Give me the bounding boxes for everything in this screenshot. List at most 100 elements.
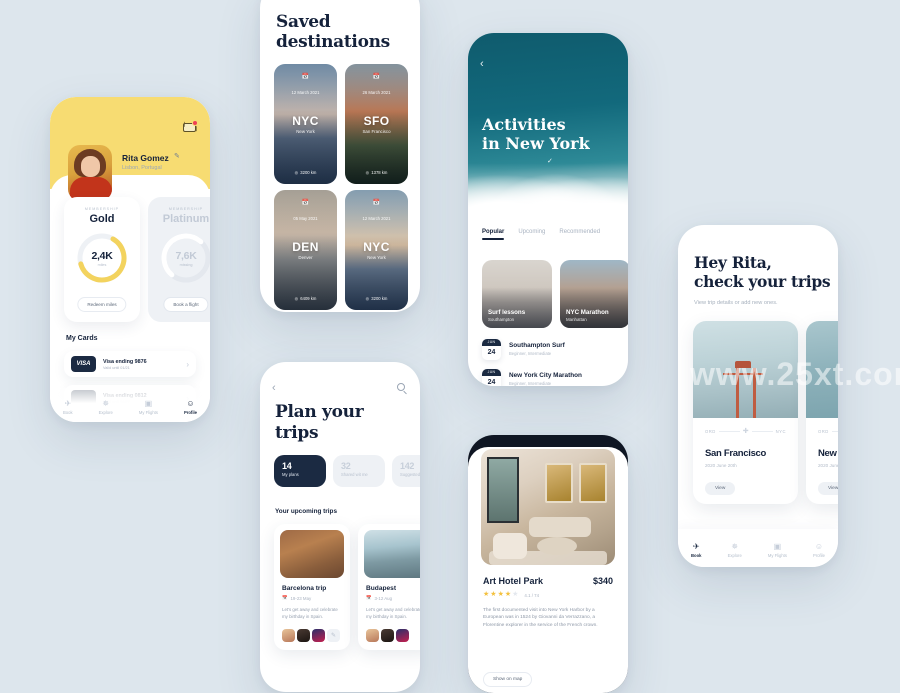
membership-tier: Gold [89,213,115,225]
nav-label: Profile [183,410,197,415]
compass-icon: ✵ [102,399,110,408]
stat-my-plans[interactable]: 14 My plans [274,455,326,487]
mail-icon[interactable] [183,120,198,133]
tab-recommended[interactable]: Recommended [559,229,600,240]
section-title: Your upcoming trips [275,508,338,515]
event-day: 24 [487,378,496,386]
calendar-icon: 📅 [301,200,310,206]
chevron-left-icon[interactable]: ‹ [272,382,276,394]
date-chip: JUN 24 [482,368,501,386]
nav-item-profile[interactable]: ☺ Profile [813,541,825,558]
trip-card[interactable]: Barcelona trip 📅 19-23 May Let's get away… [274,524,350,651]
nav-label: Profile [813,552,825,558]
stat-suggested[interactable]: 142 Suggested [392,455,420,487]
destination-name: New York [296,129,315,134]
chevron-right-icon[interactable]: › [186,360,189,369]
title-underline-flourish: ✓ [547,158,553,165]
hotel-photo [481,449,615,565]
avatar [68,145,112,201]
tab-popular[interactable]: Popular [482,229,505,240]
event-title: New York City Marathon [509,372,582,380]
phone-profile-screen: Rita Gomez Lisbon, Portugal ✎ MEMBERSHIP… [50,97,210,422]
trip-card[interactable]: Budapest 📅 3-12 Aug Let's get away and ce… [358,524,420,651]
nav-item-my-flights[interactable]: ▣ My Flights [139,400,158,416]
add-participant-button[interactable]: ✎ [327,629,340,643]
phone-plan-trips-screen: ‹ Plan your trips 14 My plans 32 Shared wi… [260,362,420,692]
miles-unit: miles [97,262,107,267]
membership-cards: MEMBERSHIP Gold 2,4K miles Redeem miles M… [64,197,210,322]
membership-card-gold[interactable]: MEMBERSHIP Gold 2,4K miles Redeem miles [64,197,140,322]
view-trip-button[interactable]: View [818,482,838,495]
tab-upcoming[interactable]: Upcoming [518,229,545,240]
destination-card[interactable]: 📅 12 March 2021 NYC New York ◎ 3200 km [274,64,337,184]
trip-description: Let's get away and celebrate my birthday… [366,607,420,619]
nav-item-explore[interactable]: ✵ Explore [99,399,113,416]
book-flight-button[interactable]: Book a flight [163,297,209,312]
pencil-icon[interactable]: ✎ [174,152,180,160]
route-destination: NYC [775,429,786,434]
nav-item-book[interactable]: ✈ Book [63,400,73,416]
person-icon: ☺ [186,399,195,408]
trip-photo [693,321,798,418]
phone-hotel-screen: Art Hotel Park $340 ★ ★ ★ ★ ★ 4.1 / 74 T… [468,435,628,693]
event-list-item[interactable]: JUN 24 New York City Marathon Beginner, I… [482,367,614,386]
membership-card-platinum[interactable]: MEMBERSHIP Platinum 7,6K missing Book a f… [148,197,210,322]
trip-participants [366,629,420,643]
flight-route: ORD ✚ NYC [806,418,838,435]
destination-date: 26 March 2021 [362,90,391,95]
activity-subtitle: Southampton [488,317,515,322]
page-title: Plan your trips [275,402,364,444]
stat-value: 142 [400,461,415,471]
destination-date: 05 May 2021 [293,216,318,221]
nav-label: Explore [727,552,742,558]
nav-item-my-flights[interactable]: ▣ My Flights [767,542,787,558]
redeem-miles-button[interactable]: Redeem miles [77,297,127,312]
activity-title: NYC Marathon [566,309,609,316]
event-subtitle: Beginner, Intermediate [509,380,552,386]
miles-unit: missing [179,262,193,267]
miles-value: 2,4K [91,249,113,262]
phone-saved-destinations-screen: Saved destinations 📅 12 March 2021 NYC New… [260,0,420,312]
activity-cards: Surf lessons Southampton NYC Marathon Manh… [482,260,628,328]
avatar [381,629,394,643]
phone-activities-screen: ‹ Activities in New York ✓ Popular Upcom… [468,33,628,386]
destination-distance: 3200 km [371,296,388,301]
compass-icon: ✵ [731,541,739,551]
destination-card[interactable]: 📅 12 March 2021 NYC New York ◎ 3200 km [345,190,408,310]
plan-stats: 14 My plans 32 Shared wit me 142 Suggested [274,455,420,487]
calendar-icon: 📅 [372,74,381,80]
trip-flight-card[interactable]: ORD ✚ NYC New York 2020 June 20th View [806,321,838,504]
activity-card[interactable]: NYC Marathon Manhattan [560,260,628,328]
destination-card[interactable]: 📅 26 March 2021 SFO San Francisco ◎ 1378 km [345,64,408,184]
trip-name: Budapest [366,585,397,592]
hotel-name: Art Hotel Park [483,576,544,586]
nav-item-profile[interactable]: ☺ Profile [183,399,197,416]
view-trip-button[interactable]: View [705,482,736,495]
my-cards-title: My Cards [66,335,98,342]
nav-label: Book [691,552,702,558]
nav-label: My Flights [767,552,787,558]
trip-dates: 3-12 Aug [374,595,393,601]
miles-progress-ring: 7,6K missing [159,231,210,285]
nav-item-book[interactable]: ✈ Book [691,541,702,558]
nav-item-explore[interactable]: ✵ Explore [727,541,742,558]
plane-icon: ✚ [742,428,749,435]
destination-distance: 3200 km [300,170,317,175]
membership-label: MEMBERSHIP [168,207,204,211]
title-line-1: Plan your [275,402,364,422]
event-list-item[interactable]: JUN 24 Southampton Surf Beginner, Interme… [482,337,614,361]
trip-flight-card[interactable]: ORD ✚ NYC San Francisco 2020 June 20th V… [693,321,798,504]
chevron-left-icon[interactable]: ‹ [480,58,484,70]
stat-shared-with-me[interactable]: 32 Shared wit me [333,455,385,487]
activity-card[interactable]: Surf lessons Southampton [482,260,552,328]
location-pin-icon: ◎ [365,296,370,301]
destination-distance: 6409 km [300,296,317,301]
user-name: Rita Gomez [122,153,169,163]
person-icon: ☺ [814,541,824,551]
destination-card[interactable]: 📅 05 May 2021 DEN Denver ◎ 6409 km [274,190,337,310]
plane-icon: ✈ [692,541,700,551]
search-icon[interactable] [397,383,407,395]
destination-name: San Francisco [362,129,391,134]
payment-card-row[interactable]: VISA Visa ending 9876 Valid until 01/21 … [64,351,196,377]
bottom-navigation: ✈ Book ✵ Explore ▣ My Flights ☺ Profile [678,529,838,567]
